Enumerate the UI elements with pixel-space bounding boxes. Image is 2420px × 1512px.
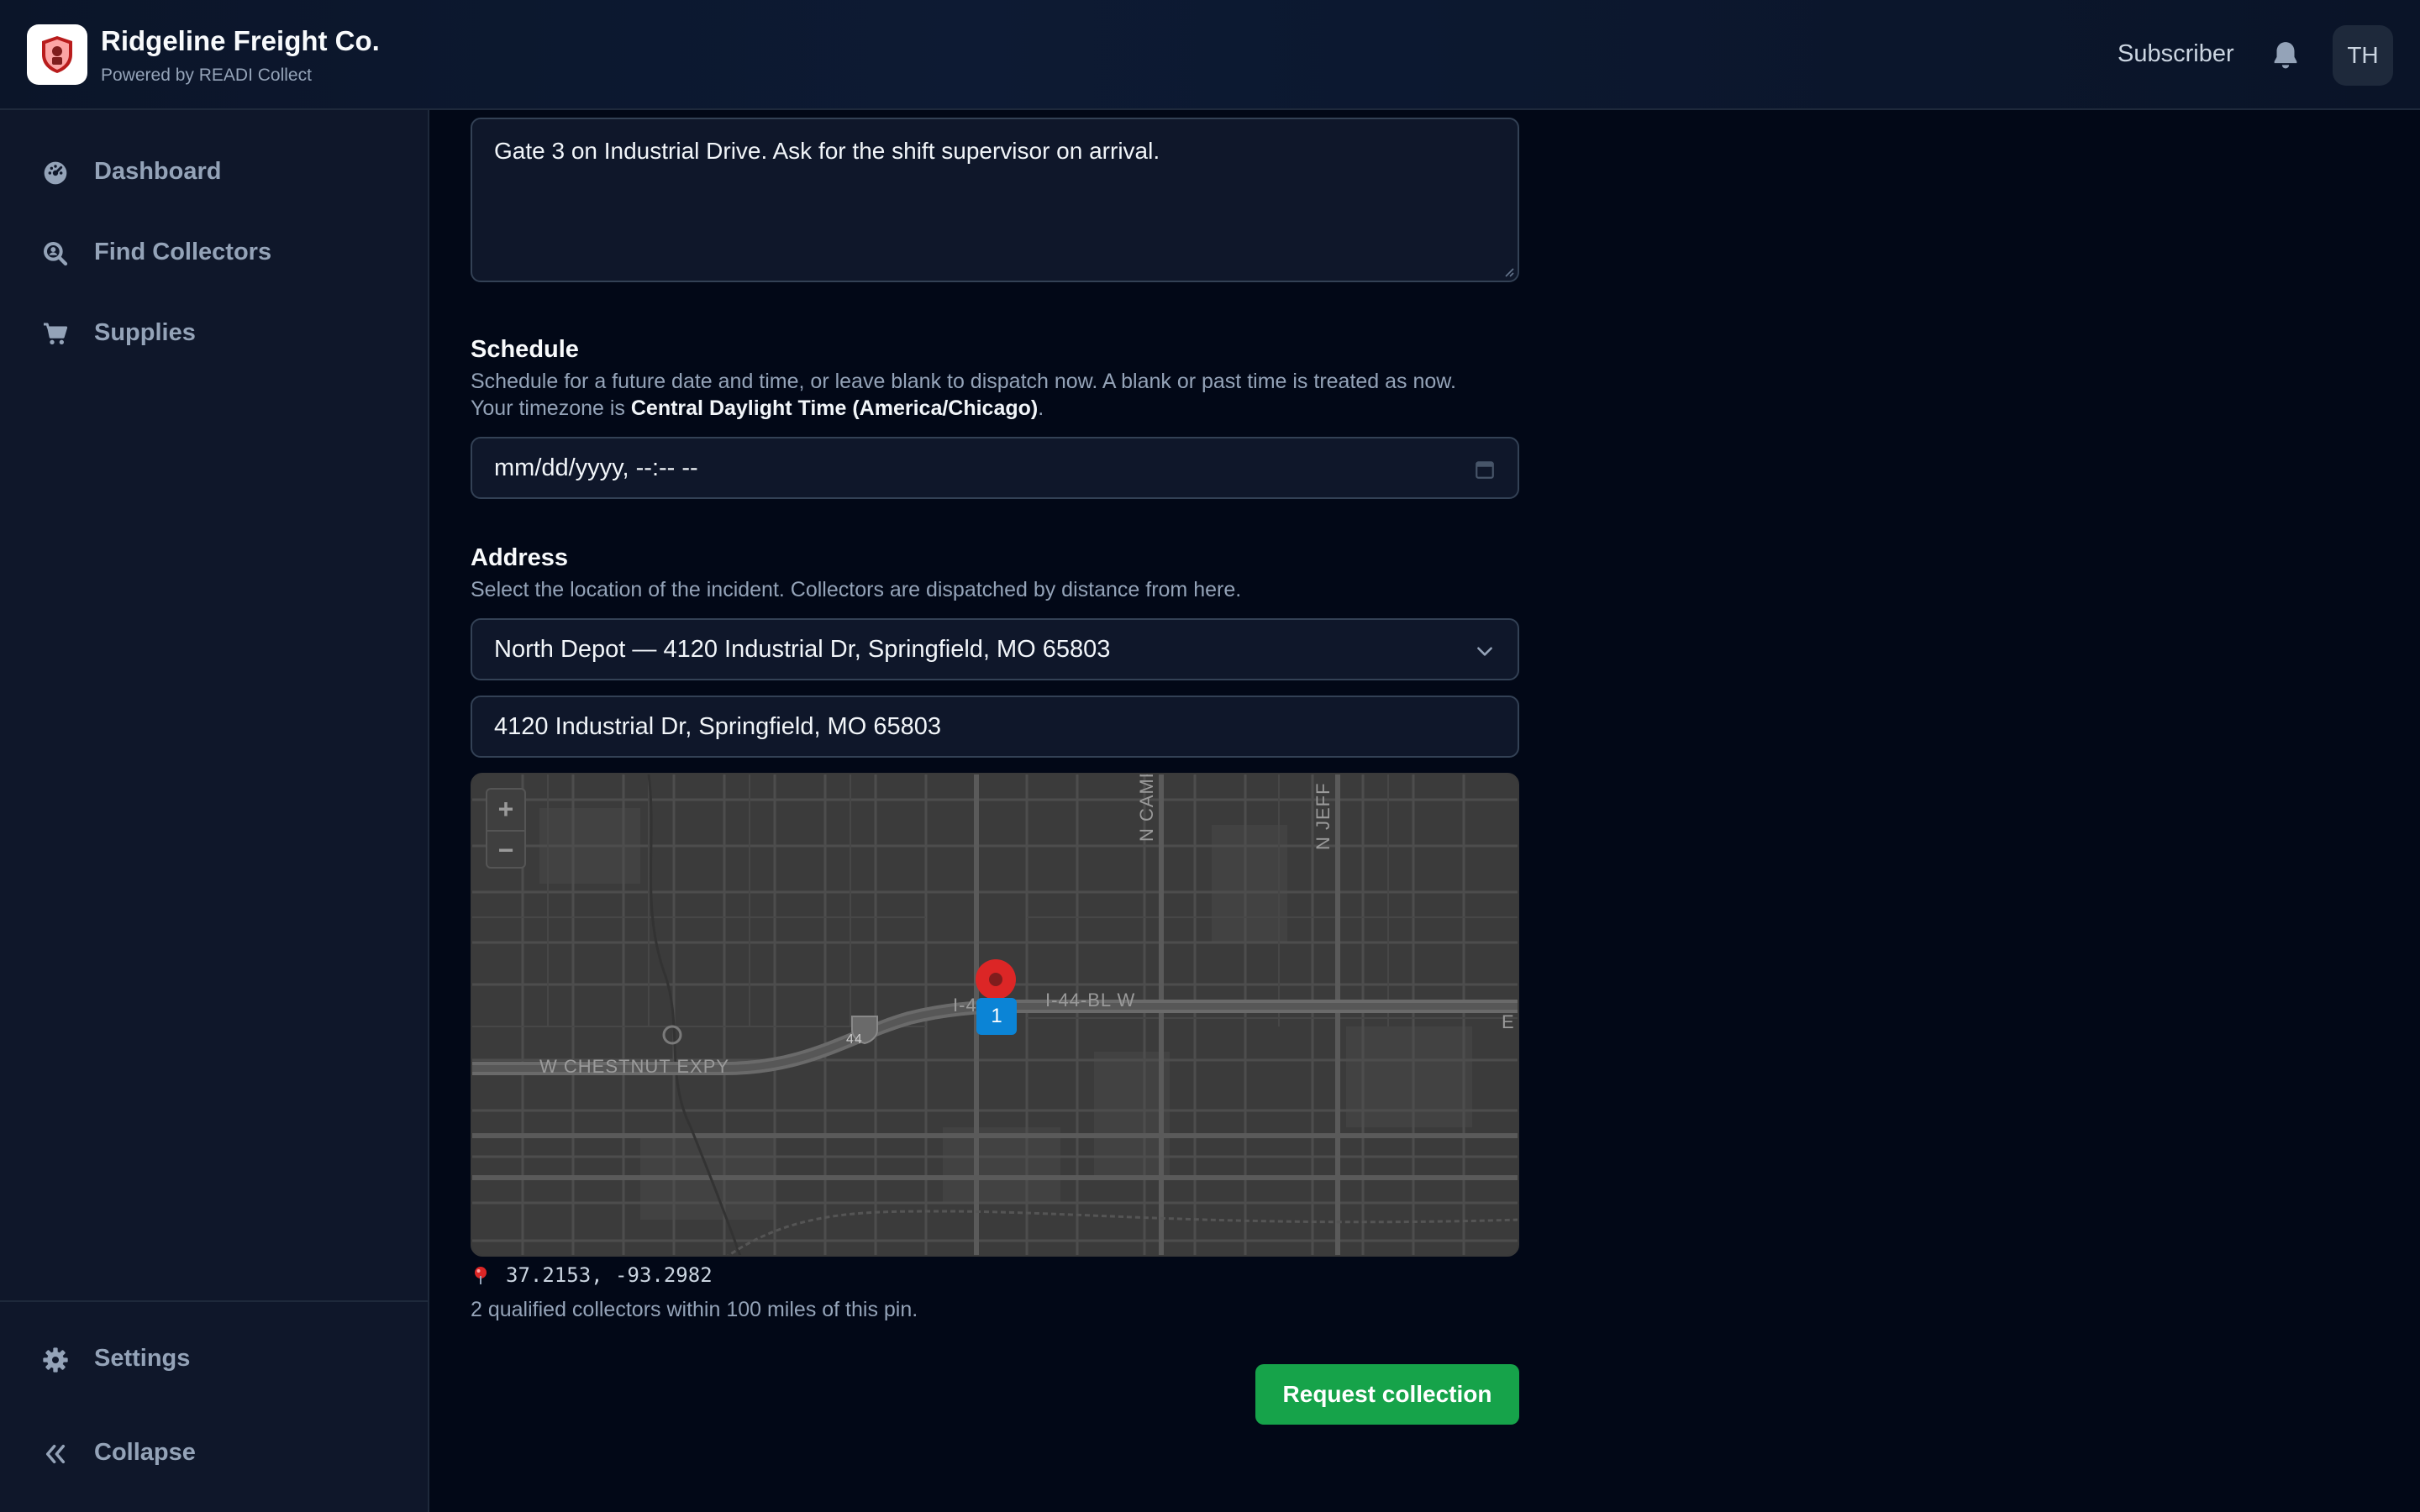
location-map[interactable]: 44 W CHESTNUT EXPY I-4 E I-44-BL W E N C…	[471, 773, 1519, 1257]
zoom-out-button[interactable]: −	[487, 830, 524, 869]
address-value: 4120 Industrial Dr, Springfield, MO 6580…	[494, 712, 941, 740]
zoom-in-button[interactable]: +	[487, 790, 524, 828]
sidebar-item-label: Settings	[94, 1345, 191, 1372]
user-avatar[interactable]: TH	[2333, 25, 2393, 86]
coordinates-value: 37.2153, -93.2982	[506, 1263, 713, 1287]
map-label-chestnut: W CHESTNUT EXPY	[539, 1056, 730, 1077]
sidebar-item-dashboard[interactable]: Dashboard	[0, 139, 428, 207]
search-person-icon	[44, 242, 68, 266]
map-label-edge: E	[1502, 1011, 1515, 1032]
calendar-icon[interactable]	[1474, 459, 1496, 480]
location-pin-marker[interactable]	[974, 958, 1018, 1001]
map-label-campbell: N CAMPBELL	[1136, 773, 1157, 842]
sidebar-collapse-button[interactable]: Collapse	[0, 1420, 428, 1488]
chevrons-left-icon	[45, 1444, 66, 1464]
timezone-note: Your timezone is Central Daylight Time (…	[471, 396, 1044, 420]
sidebar-item-supplies[interactable]: Supplies	[0, 301, 428, 368]
schedule-description: Schedule for a future date and time, or …	[471, 370, 1456, 393]
map-zoom-control: + −	[486, 788, 526, 869]
bell-icon[interactable]	[2269, 39, 2302, 72]
role-label: Subscriber	[2118, 40, 2234, 67]
selected-location: North Depot — 4120 Industrial Dr, Spring…	[494, 635, 1111, 663]
notes-textarea[interactable]: Gate 3 on Industrial Drive. Ask for the …	[471, 118, 1519, 282]
pin-coordinates: 37.2153, -93.2982	[471, 1263, 713, 1287]
schedule-title: Schedule	[471, 336, 579, 363]
address-title: Address	[471, 544, 569, 571]
interstate-shield-label: 44	[846, 1032, 863, 1047]
request-collection-button[interactable]: Request collection	[1255, 1364, 1519, 1425]
address-input[interactable]: 4120 Industrial Dr, Springfield, MO 6580…	[471, 696, 1519, 758]
sidebar-item-label: Find Collectors	[94, 239, 272, 265]
gear-icon	[43, 1347, 68, 1373]
sidebar-item-label: Collapse	[94, 1439, 196, 1466]
dashboard-gauge-icon	[44, 161, 67, 185]
chevron-down-icon	[1477, 647, 1492, 656]
timezone-value: Central Daylight Time (America/Chicago)	[630, 396, 1039, 420]
shield-logo-icon	[42, 36, 72, 73]
datetime-placeholder: mm/dd/yyyy, --:-- --	[494, 454, 698, 481]
cart-icon	[44, 323, 68, 344]
collectors-count-note: 2 qualified collectors within 100 miles …	[471, 1298, 918, 1321]
schedule-datetime-input[interactable]: mm/dd/yyyy, --:-- --	[471, 437, 1519, 499]
sidebar-item-label: Dashboard	[94, 158, 222, 185]
sidebar: Dashboard Find Collectors Supplies Setti…	[0, 110, 429, 1512]
collector-cluster-marker[interactable]: 1	[976, 998, 1017, 1035]
sidebar-item-label: Supplies	[94, 319, 196, 346]
brand-name: Ridgeline Freight Co.	[101, 25, 380, 56]
saved-location-select[interactable]: North Depot — 4120 Industrial Dr, Spring…	[471, 618, 1519, 680]
sidebar-item-find-collectors[interactable]: Find Collectors	[0, 220, 428, 287]
sidebar-item-settings[interactable]: Settings	[0, 1326, 428, 1394]
resize-grip-icon[interactable]	[1501, 264, 1514, 277]
map-label-i44-bl: I-44-BL W	[1045, 990, 1136, 1011]
sidebar-divider	[0, 1300, 428, 1302]
map-pin-icon	[475, 1267, 487, 1284]
brand-subtitle: Powered by READI Collect	[101, 66, 312, 85]
address-description: Select the location of the incident. Col…	[471, 578, 1242, 601]
map-label-jefferson: N JEFF	[1313, 782, 1334, 850]
notes-value: Gate 3 on Industrial Drive. Ask for the …	[494, 138, 1160, 164]
brand-logo[interactable]	[27, 24, 87, 85]
app-header: Ridgeline Freight Co. Powered by READI C…	[0, 0, 2420, 110]
